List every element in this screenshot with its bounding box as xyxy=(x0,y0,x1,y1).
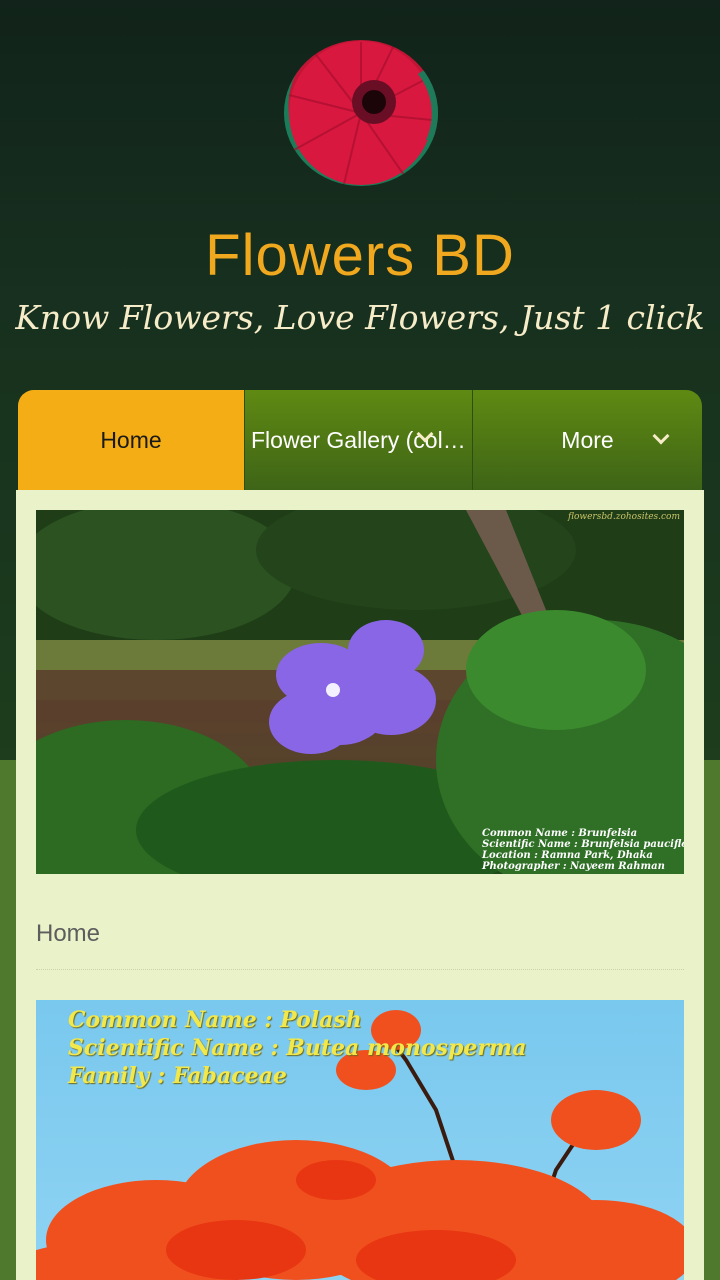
chevron-down-icon[interactable] xyxy=(652,427,670,445)
nav-item-flower-gallery-label: Flower Gallery (col… xyxy=(251,426,466,453)
flower-logo-icon xyxy=(288,41,438,185)
brunfelsia-photo-image xyxy=(36,510,684,874)
nav-item-more-label: More xyxy=(561,426,614,453)
nav-item-home[interactable]: Home xyxy=(18,390,245,490)
site-header: Flowers BD Know Flowers, Love Flowers, J… xyxy=(0,0,720,390)
caption-line: Scientific Name : Brunfelsia pauciflora xyxy=(482,839,684,850)
nav-item-more[interactable]: More xyxy=(473,390,702,490)
nav-item-home-label: Home xyxy=(100,426,162,453)
caption-line: Common Name : Polash xyxy=(68,1007,362,1033)
caption-line: Scientific Name : Butea monosperma xyxy=(68,1035,527,1061)
polash-flower-photo: Common Name : Polash Scientific Name : B… xyxy=(36,1000,684,1280)
caption-line: Photographer : Nayeem Rahman xyxy=(482,861,665,872)
nav-item-flower-gallery[interactable]: Flower Gallery (col… xyxy=(245,390,473,490)
page-heading: Home xyxy=(36,920,684,970)
site-tagline: Know Flowers, Love Flowers, Just 1 click xyxy=(15,298,705,337)
caption-line: Family : Fabaceae xyxy=(68,1063,287,1089)
caption-line: Location : Ramna Park, Dhaka xyxy=(482,850,653,861)
main-content: flowersbd.zohosites.com Common Name : Br… xyxy=(16,490,704,1280)
site-logo[interactable] xyxy=(284,40,438,186)
featured-flower-photo: flowersbd.zohosites.com Common Name : Br… xyxy=(36,510,684,874)
site-title[interactable]: Flowers BD xyxy=(0,222,720,289)
photo-caption: Common Name : Polash Scientific Name : B… xyxy=(68,1006,526,1090)
main-navigation: Home Flower Gallery (col… More xyxy=(18,390,702,490)
photo-caption: Common Name : Brunfelsia Scientific Name… xyxy=(482,828,684,872)
photo-watermark: flowersbd.zohosites.com xyxy=(567,512,680,522)
caption-line: Common Name : Brunfelsia xyxy=(482,828,638,839)
